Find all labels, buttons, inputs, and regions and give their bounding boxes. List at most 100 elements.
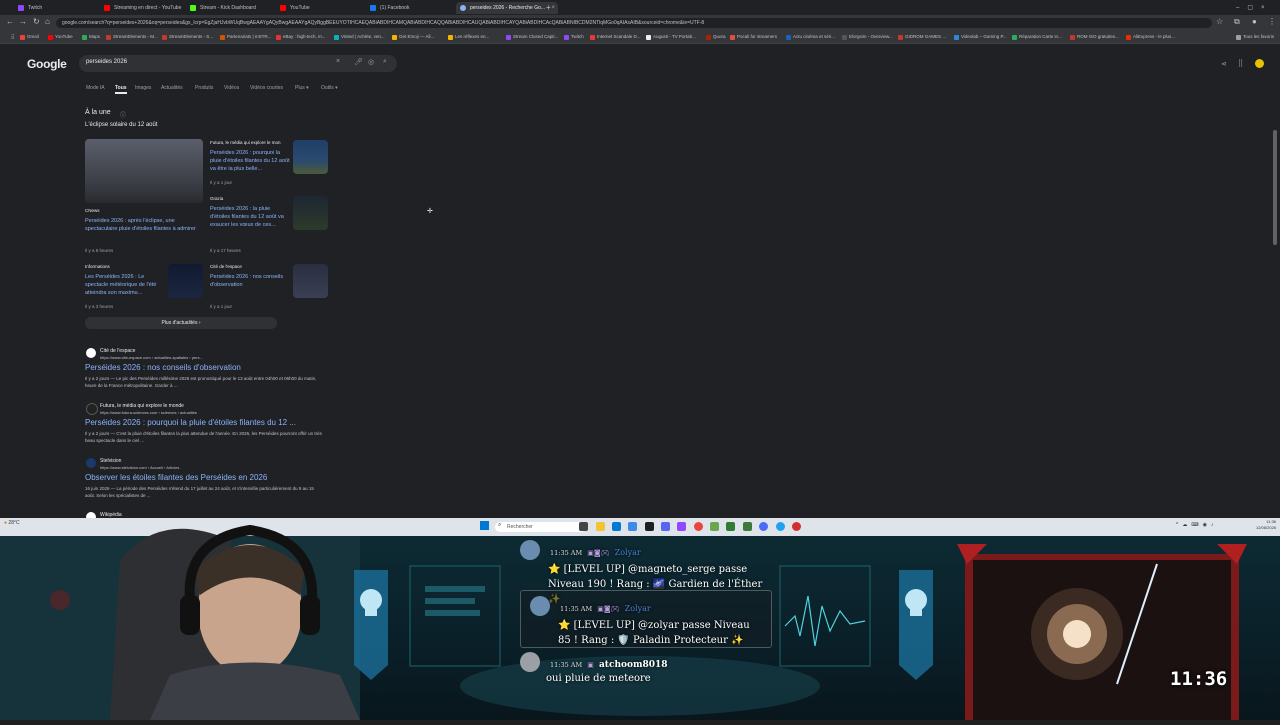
browser-tab[interactable]: YouTube×	[276, 2, 376, 14]
story-title[interactable]: Les Perséides 2026 : Le spectacle météor…	[85, 273, 167, 297]
app-icon[interactable]	[628, 522, 637, 531]
bookmark-item[interactable]: Get Emoji — All...	[392, 33, 449, 41]
back-icon[interactable]: ←	[6, 17, 14, 26]
app-icon[interactable]	[776, 522, 785, 531]
taskbar-search[interactable]: Rechercher	[495, 522, 587, 532]
apps-icon[interactable]: ⣿	[4, 33, 14, 41]
tab-tous[interactable]: Tous	[115, 85, 127, 91]
account-avatar[interactable]	[1255, 59, 1264, 68]
bookmark-item[interactable]: AliExpress - le plus...	[1126, 33, 1185, 41]
search-icon: ⌕	[498, 522, 502, 528]
bookmark-item[interactable]: ROM ISO gratuites...	[1070, 33, 1129, 41]
bookmark-item[interactable]: Videolab – Gaming P...	[954, 33, 1015, 41]
terminal-icon[interactable]	[645, 522, 654, 531]
file-explorer-icon[interactable]	[596, 522, 605, 531]
more-news-button[interactable]: Plus d'actualités ›	[85, 317, 277, 329]
browser-tab-active[interactable]: perseides 2026 - Recherche Go... ×	[456, 2, 558, 14]
google-apps-icon[interactable]: ⣿	[1238, 59, 1243, 67]
edge-icon[interactable]	[612, 522, 621, 531]
start-menu-icon[interactable]	[480, 521, 489, 530]
story-title[interactable]: Perséides 2026 : après l'éclipse, une sp…	[85, 217, 203, 233]
menu-icon[interactable]: ⋮	[1268, 17, 1276, 26]
result-title[interactable]: Observer les étoiles filantes des Perséi…	[85, 473, 267, 482]
app-icon[interactable]	[792, 522, 801, 531]
home-icon[interactable]: ⌂	[45, 17, 50, 26]
microphone-icon[interactable]: 🎤︎	[354, 58, 363, 66]
story-thumbnail[interactable]	[168, 264, 203, 298]
bookmark-item[interactable]: Vinted | Achète, ven...	[334, 33, 393, 41]
tab-actualites[interactable]: Actualités	[161, 85, 183, 91]
bookmark-item[interactable]: GIDROM GAMES ...	[898, 33, 957, 41]
bookmark-item[interactable]: Stream Closed Capti...	[506, 33, 565, 41]
twitch-icon[interactable]	[677, 522, 686, 531]
app-icon[interactable]	[710, 522, 719, 531]
search-icon[interactable]: ⌕	[383, 58, 387, 66]
url-field[interactable]: google.com/search?q=perseides+2026&oq=pe…	[56, 18, 1212, 28]
system-tray[interactable]: ^☁⌨◉♪	[1176, 522, 1217, 528]
google-logo[interactable]: Google	[27, 57, 67, 71]
bookmark-star-icon[interactable]: ☆	[1216, 17, 1223, 26]
bookmark-item[interactable]: Gmail	[20, 33, 39, 41]
tab-mode-ia[interactable]: Mode IA	[86, 85, 105, 91]
story-thumbnail[interactable]	[293, 196, 328, 230]
forward-icon[interactable]: →	[19, 17, 27, 26]
story-title[interactable]: Perséides 2026 : la pluie d'étoiles fila…	[210, 205, 290, 229]
clear-icon[interactable]: ×	[336, 58, 340, 65]
bookmark-item[interactable]: StreamElements - M...	[106, 33, 165, 41]
tab-produits[interactable]: Produits	[195, 85, 213, 91]
tab-plus[interactable]: Plus ▾	[295, 85, 309, 91]
bookmark-item[interactable]: Partenariats | mSTR...	[220, 33, 275, 41]
bookmark-item[interactable]: YouTube	[48, 33, 73, 41]
all-bookmarks[interactable]: Tous les favoris	[1236, 33, 1280, 41]
bookmark-item[interactable]: eBay : high-tech, m...	[276, 33, 335, 41]
result-url[interactable]: https://www.futura-sciences.com › scienc…	[100, 410, 197, 415]
top-stories-subheading: L'éclipse solaire du 12 août	[85, 122, 158, 128]
task-view-icon[interactable]	[579, 522, 588, 531]
bookmark-item[interactable]: Augusti - TV Portab...	[646, 33, 703, 41]
app-icon[interactable]	[726, 522, 735, 531]
bookmark-item[interactable]: Internet Scandale D...	[590, 33, 647, 41]
result-url[interactable]: https://www.cite-espace.com › actualites…	[100, 355, 203, 360]
obs-icon[interactable]	[759, 522, 768, 531]
tab-videos-courtes[interactable]: Vidéos courtes	[250, 85, 283, 91]
tab-outils[interactable]: Outils ▾	[321, 85, 338, 91]
story-title[interactable]: Perséides 2026 : nos conseils d'observat…	[210, 273, 292, 289]
browser-tab[interactable]: Streaming en direct - YouTube×	[100, 2, 196, 14]
taskbar-clock[interactable]: 11:36 12/08/2026	[1256, 519, 1276, 531]
search-input[interactable]: perseides 2026	[86, 59, 127, 65]
bookmark-item[interactable]: Elorgsim - Overview...	[842, 33, 901, 41]
story-title[interactable]: Perséides 2026 : pourquoi la pluie d'éto…	[210, 149, 290, 173]
app-icon[interactable]	[743, 522, 752, 531]
story-time: Il y a 3 heures	[85, 304, 114, 309]
bookmark-item[interactable]: Actu cinéma et séri...	[786, 33, 845, 41]
discord-icon[interactable]	[661, 522, 670, 531]
browser-tab[interactable]: Twitch×	[14, 2, 110, 14]
bookmark-item[interactable]: Les réflexes en...	[448, 33, 507, 41]
share-icon[interactable]: ⋖	[1221, 60, 1227, 68]
bookmark-item[interactable]: Réparation Carte in...	[1012, 33, 1073, 41]
result-title[interactable]: Perséides 2026 : nos conseils d'observat…	[85, 363, 241, 372]
result-title[interactable]: Perséides 2026 : pourquoi la pluie d'éto…	[85, 418, 296, 427]
browser-tab[interactable]: Stream - Kick Dashboard×	[186, 2, 286, 14]
page-scrollbar[interactable]	[1273, 130, 1277, 245]
google-icon	[460, 5, 466, 11]
window-controls[interactable]: –▢×	[1236, 2, 1276, 14]
story-thumbnail[interactable]	[85, 139, 203, 203]
story-thumbnail[interactable]	[293, 140, 328, 174]
info-icon[interactable]: ⓘ	[120, 110, 126, 119]
chrome-icon[interactable]	[694, 522, 703, 531]
bookmark-item[interactable]: StreamElements - S...	[162, 33, 221, 41]
extensions-icon[interactable]: ⧉	[1234, 17, 1240, 27]
reload-icon[interactable]: ↻	[33, 17, 40, 26]
new-tab-button[interactable]: +	[546, 2, 556, 14]
tab-images[interactable]: Images	[135, 85, 151, 91]
browser-tab[interactable]: (1) Facebook×	[366, 2, 466, 14]
tab-videos[interactable]: Vidéos	[224, 85, 239, 91]
bookmark-item[interactable]: Pocali for streamers	[730, 33, 789, 41]
story-thumbnail[interactable]	[293, 264, 328, 298]
bookmark-item[interactable]: Maps	[82, 33, 100, 41]
result-url[interactable]: https://www.stelvision.com › Accueil › A…	[100, 465, 179, 470]
site-favicon	[86, 403, 98, 415]
lens-icon[interactable]: ◎	[368, 58, 374, 66]
profile-icon[interactable]: ●	[1252, 17, 1257, 26]
